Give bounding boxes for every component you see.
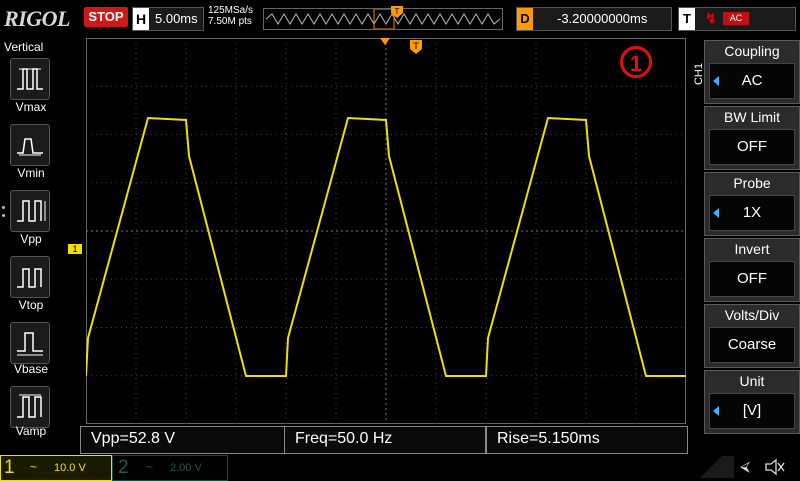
menu-unit-title: Unit <box>739 373 765 389</box>
menu-bw-limit[interactable]: BW Limit OFF <box>704 106 800 170</box>
bottom-corner-decoration <box>700 456 734 478</box>
scroll-dot <box>2 206 5 209</box>
vtop-icon <box>17 268 42 288</box>
trigger-position-marker: T <box>391 6 403 18</box>
scroll-dot <box>2 214 5 217</box>
menu-value-box: AC <box>709 63 795 99</box>
usb-icon: ⮘ <box>740 458 750 474</box>
menu-unit-value: [V] <box>742 402 762 419</box>
trigger-label: T <box>679 8 695 30</box>
graticule <box>86 38 686 424</box>
measurement-vpp[interactable]: Vpp=52.8 V <box>80 426 286 454</box>
horizontal-label: H <box>133 8 149 30</box>
measure-vpp-label: Vpp <box>20 232 42 246</box>
menu-volts-div-value: Coarse <box>727 336 777 353</box>
measure-vpp-button[interactable] <box>10 190 50 232</box>
measurement-freq[interactable]: Freq=50.0 Hz <box>284 426 486 454</box>
speaker-mute-icon[interactable] <box>764 458 786 476</box>
menu-value-box: [V] <box>709 393 795 429</box>
menu-invert-value: OFF <box>737 270 767 287</box>
measure-vtop-button[interactable] <box>10 256 50 298</box>
vbase-icon <box>17 332 43 356</box>
menu-value-box: OFF <box>709 261 795 297</box>
timebase-value: 5.00ms <box>155 11 198 26</box>
trigger-marker[interactable]: T <box>410 40 422 54</box>
run-stop-status[interactable]: STOP <box>84 7 128 27</box>
measurement-rise[interactable]: Rise=5.150ms <box>486 426 688 454</box>
measure-vmax-button[interactable] <box>10 58 50 100</box>
measure-vamp-label: Vamp <box>15 424 47 438</box>
measurement-freq-text: Freq=50.0 Hz <box>295 430 393 447</box>
measure-panel-title: Vertical <box>4 40 44 54</box>
menu-volts-div[interactable]: Volts/Div Coarse <box>704 304 800 368</box>
measure-vtop-label: Vtop <box>18 298 44 312</box>
measure-vbase-label: Vbase <box>13 362 49 376</box>
trigger-source: AC <box>723 12 749 25</box>
measure-vbase-button[interactable] <box>10 322 50 364</box>
menu-probe-title: Probe <box>733 175 771 191</box>
measure-vmin-label: Vmin <box>17 166 45 180</box>
menu-probe-value: 1X <box>742 204 762 221</box>
ch2-number: 2 <box>118 457 129 478</box>
menu-coupling-value: AC <box>741 72 763 89</box>
waveform-display[interactable] <box>86 38 686 424</box>
measure-vmin-button[interactable] <box>10 124 50 166</box>
menu-coupling-title: Coupling <box>724 43 780 59</box>
ch1-coupling-icon: ~ <box>30 460 38 474</box>
ch2-coupling-icon: ~ <box>146 460 154 474</box>
measure-vmax-label: Vmax <box>15 100 47 114</box>
delay-label: D <box>517 8 533 30</box>
menu-volts-div-title: Volts/Div <box>724 307 780 323</box>
vmin-icon <box>17 138 43 156</box>
measurement-vpp-text: Vpp=52.8 V <box>91 430 176 447</box>
memory-overview-bar[interactable] <box>263 8 503 30</box>
trigger-display[interactable]: T ↯ AC <box>678 7 796 31</box>
vamp-icon <box>17 394 42 418</box>
measure-vamp-button[interactable] <box>10 386 50 428</box>
menu-invert[interactable]: Invert OFF <box>704 238 800 302</box>
menu-value-box: 1X <box>709 195 795 231</box>
trigger-time-marker <box>380 38 390 45</box>
acquisition-info: 125MSa/s 7.50M pts <box>208 5 253 27</box>
rising-edge-icon: ↯ <box>705 10 717 26</box>
ch2-scale: 2.00 V <box>170 462 202 474</box>
vmax-icon <box>17 68 43 90</box>
menu-value-box: Coarse <box>709 327 795 363</box>
menu-coupling[interactable]: Coupling AC <box>704 40 800 104</box>
menu-value-box: OFF <box>709 129 795 165</box>
vpp-icon <box>17 200 46 222</box>
memory-overview-waveform <box>265 8 501 30</box>
delay-display[interactable]: D -3.20000000ms <box>516 7 672 31</box>
ch1-offset-marker[interactable]: 1 <box>68 244 82 254</box>
measurement-rise-text: Rise=5.150ms <box>497 430 600 447</box>
annotation-badge: 1 <box>620 46 652 78</box>
menu-bw-limit-title: BW Limit <box>724 109 780 125</box>
menu-bw-limit-value: OFF <box>737 138 767 155</box>
ch1-number: 1 <box>4 457 15 478</box>
delay-value: -3.20000000ms <box>557 11 648 26</box>
rigol-logo: RIGOL <box>4 6 70 31</box>
horizontal-timebase[interactable]: H 5.00ms <box>132 7 204 31</box>
sample-rate: 125MSa/s <box>208 5 254 16</box>
memory-depth: 7.50M pts <box>208 16 252 27</box>
svg-text:T: T <box>395 7 400 16</box>
ch1-scale: 10.0 V <box>54 462 86 474</box>
svg-text:T: T <box>413 41 419 51</box>
menu-probe[interactable]: Probe 1X <box>704 172 800 236</box>
menu-invert-title: Invert <box>734 241 770 257</box>
ch1-waveform <box>86 116 686 377</box>
menu-unit[interactable]: Unit [V] <box>704 370 800 434</box>
